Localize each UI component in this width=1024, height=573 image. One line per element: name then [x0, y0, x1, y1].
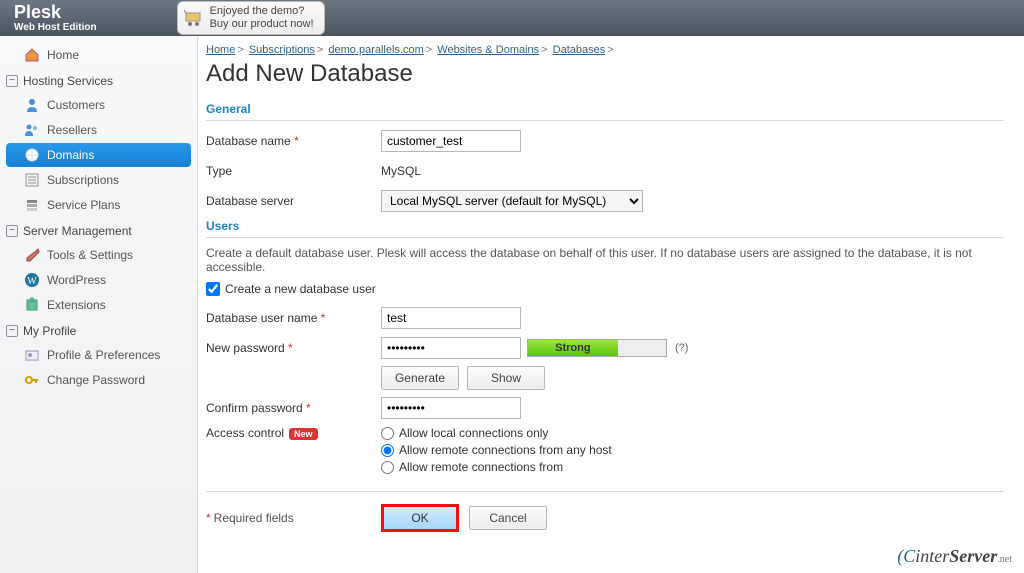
label-confirm-password: Confirm password * — [206, 401, 381, 415]
access-any-label: Allow remote connections from any host — [399, 443, 612, 457]
sidebar-item-resellers[interactable]: Resellers — [6, 118, 191, 142]
globe-icon — [24, 147, 40, 163]
key-icon — [24, 372, 40, 388]
users-desc: Create a default database user. Plesk wi… — [206, 246, 1004, 274]
sidebar-section-profile[interactable]: − My Profile — [0, 318, 197, 342]
label-db-type: Type — [206, 164, 381, 178]
sidebar-item-wordpress[interactable]: W WordPress — [6, 268, 191, 292]
demo-promo-button[interactable]: Enjoyed the demo? Buy our product now! — [177, 1, 325, 35]
sidebar-item-profile-prefs[interactable]: Profile & Preferences — [6, 343, 191, 367]
people-icon — [24, 122, 40, 138]
user-name-field[interactable] — [381, 307, 521, 329]
home-icon — [24, 47, 40, 63]
demo-text: Enjoyed the demo? Buy our product now! — [210, 5, 314, 31]
label-db-server: Database server — [206, 194, 381, 208]
sidebar-item-home[interactable]: Home — [6, 43, 191, 67]
label-new-password: New password * — [206, 341, 381, 355]
password-field[interactable] — [381, 337, 521, 359]
new-badge: New — [289, 428, 318, 440]
wrench-icon — [24, 247, 40, 263]
sidebar-item-tools-settings[interactable]: Tools & Settings — [6, 243, 191, 267]
list-icon — [24, 172, 40, 188]
access-from-label: Allow remote connections from — [399, 460, 563, 474]
ok-button[interactable]: OK — [381, 504, 459, 532]
cart-icon — [184, 8, 204, 28]
label-user-name: Database user name * — [206, 311, 381, 325]
required-note: *Required fields — [206, 511, 381, 525]
label-access-control: Access controlNew — [206, 426, 381, 440]
page-title: Add New Database — [206, 60, 1004, 88]
access-from-radio[interactable] — [381, 461, 394, 474]
generate-password-button[interactable]: Generate — [381, 366, 459, 390]
puzzle-icon — [24, 297, 40, 313]
db-name-field[interactable] — [381, 130, 521, 152]
breadcrumb-home[interactable]: Home — [206, 44, 235, 56]
collapse-icon[interactable]: − — [6, 325, 18, 337]
breadcrumb-domain[interactable]: demo.parallels.com — [328, 44, 423, 56]
section-users: Users — [206, 219, 1004, 238]
brand-subtitle: Web Host Edition — [14, 22, 97, 33]
breadcrumb-websites[interactable]: Websites & Domains — [437, 44, 539, 56]
sidebar-item-change-password[interactable]: Change Password — [6, 368, 191, 392]
access-local-radio[interactable] — [381, 427, 394, 440]
sidebar-section-hosting[interactable]: − Hosting Services — [0, 68, 197, 92]
sidebar-item-extensions[interactable]: Extensions — [6, 293, 191, 317]
sidebar-item-subscriptions[interactable]: Subscriptions — [6, 168, 191, 192]
content-area: Home> Subscriptions> demo.parallels.com>… — [198, 36, 1024, 573]
cancel-button[interactable]: Cancel — [469, 506, 547, 530]
db-server-select[interactable]: Local MySQL server (default for MySQL) — [381, 190, 643, 212]
svg-text:W: W — [27, 276, 37, 287]
sidebar-item-service-plans[interactable]: Service Plans — [6, 193, 191, 217]
breadcrumb: Home> Subscriptions> demo.parallels.com>… — [206, 44, 1004, 56]
stack-icon — [24, 197, 40, 213]
show-password-button[interactable]: Show — [467, 366, 545, 390]
interserver-logo: (CinterServer.net — [897, 546, 1012, 567]
create-user-checkbox[interactable] — [206, 282, 220, 296]
sidebar-section-server[interactable]: − Server Management — [0, 218, 197, 242]
access-any-radio[interactable] — [381, 444, 394, 457]
section-general: General — [206, 102, 1004, 121]
confirm-password-field[interactable] — [381, 397, 521, 419]
id-icon — [24, 347, 40, 363]
person-icon — [24, 97, 40, 113]
sidebar: Home − Hosting Services Customers Resell… — [0, 36, 198, 573]
collapse-icon[interactable]: − — [6, 75, 18, 87]
db-type-value: MySQL — [381, 164, 421, 178]
sidebar-item-customers[interactable]: Customers — [6, 93, 191, 117]
top-bar: Plesk Web Host Edition Enjoyed the demo?… — [0, 0, 1024, 36]
label-db-name: Database name * — [206, 134, 381, 148]
collapse-icon[interactable]: − — [6, 225, 18, 237]
password-strength-bar: Strong — [527, 339, 667, 357]
password-help-icon[interactable]: (?) — [675, 342, 688, 354]
brand: Plesk Web Host Edition — [14, 3, 97, 34]
create-user-label: Create a new database user — [225, 282, 376, 296]
breadcrumb-subscriptions[interactable]: Subscriptions — [249, 44, 315, 56]
wordpress-icon: W — [24, 272, 40, 288]
sidebar-item-domains[interactable]: Domains — [6, 143, 191, 167]
access-local-label: Allow local connections only — [399, 426, 548, 440]
brand-title: Plesk — [14, 3, 97, 23]
breadcrumb-databases[interactable]: Databases — [553, 44, 606, 56]
